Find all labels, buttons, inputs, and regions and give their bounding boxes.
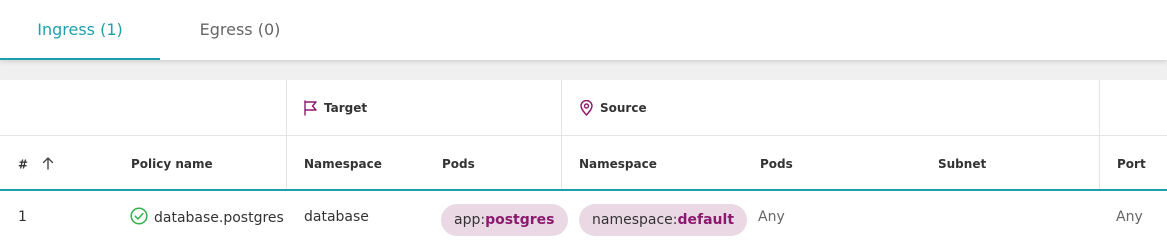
tab-ingress[interactable]: Ingress (1): [0, 0, 160, 60]
port-value: Any: [1116, 209, 1143, 225]
column-header-source-pods[interactable]: Pods: [760, 157, 793, 171]
policy-table: Target Source # Policy name Namespace Po…: [0, 80, 1167, 247]
chip-key: app:: [454, 212, 486, 228]
chip-value: default: [677, 212, 735, 228]
column-header-target-pods[interactable]: Pods: [442, 157, 475, 171]
arrow-up-icon[interactable]: [42, 157, 54, 173]
column-header-source-namespace[interactable]: Namespace: [579, 157, 657, 171]
row-index: 1: [18, 209, 27, 225]
target-group-label: Target: [324, 101, 368, 115]
section-divider: [0, 60, 1167, 80]
check-circle-icon: [130, 207, 148, 229]
policy-name-cell[interactable]: database.postgres: [130, 207, 284, 229]
target-namespace-value: database: [304, 209, 369, 225]
location-pin-icon: [579, 100, 594, 116]
source-group-label: Source: [600, 101, 647, 115]
target-pods-chip[interactable]: app:postgres: [441, 204, 568, 236]
column-header-source-subnet[interactable]: Subnet: [938, 157, 986, 171]
policy-name[interactable]: database.postgres: [154, 210, 284, 226]
tab-egress[interactable]: Egress (0): [160, 0, 320, 60]
column-header-index[interactable]: #: [18, 157, 54, 173]
header-divider: [0, 135, 1167, 136]
column-header-index-label: #: [18, 157, 29, 172]
tab-bar: Ingress (1) Egress (0): [0, 0, 1167, 60]
chip-value: postgres: [485, 212, 555, 228]
source-pods-value: Any: [758, 209, 785, 225]
target-group-header: Target: [303, 99, 367, 117]
column-header-port[interactable]: Port: [1117, 157, 1146, 171]
source-namespace-chip[interactable]: namespace:default: [579, 204, 748, 236]
flag-icon: [303, 100, 318, 116]
chip-key: namespace:: [592, 212, 678, 228]
header-bottom-border: [0, 189, 1167, 191]
column-header-policy-name[interactable]: Policy name: [131, 157, 213, 171]
source-group-header: Source: [579, 99, 647, 117]
column-header-target-namespace[interactable]: Namespace: [304, 157, 382, 171]
